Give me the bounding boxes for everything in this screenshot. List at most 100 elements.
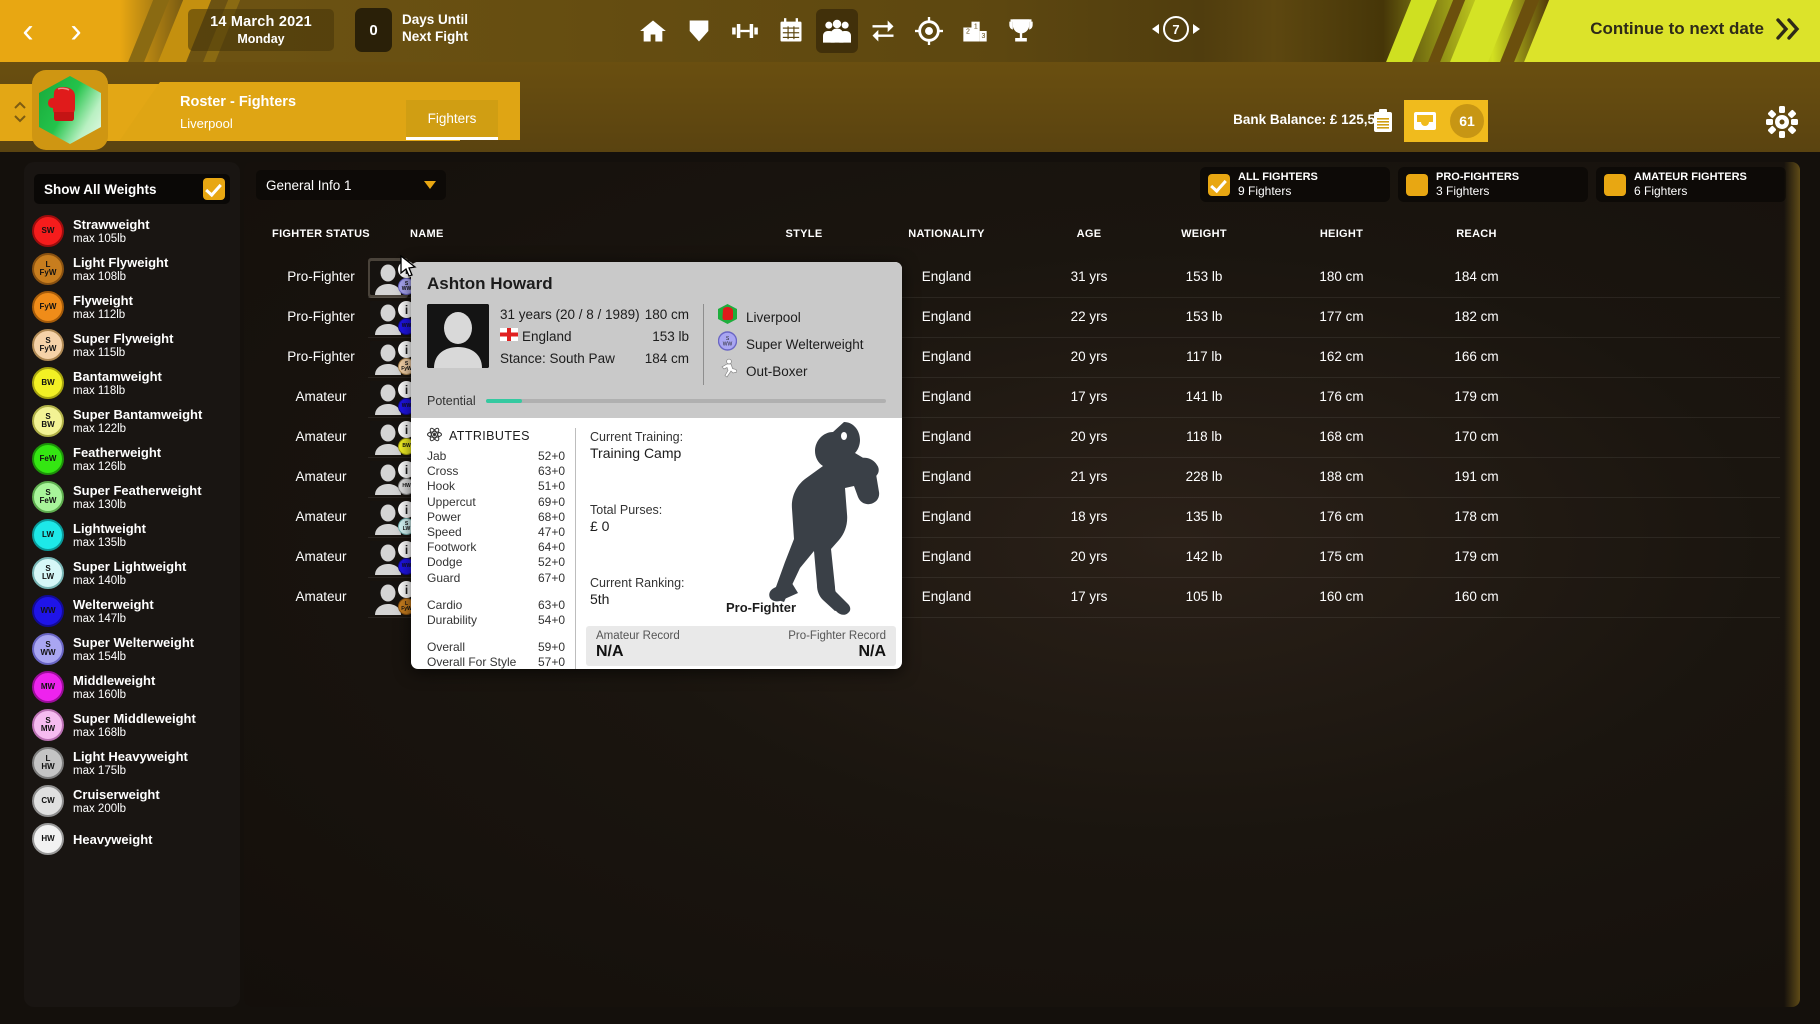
trophy-icon[interactable] xyxy=(1000,9,1042,53)
view-selector-dropdown[interactable]: General Info 1 xyxy=(256,170,446,200)
column-header[interactable]: NATIONALITY xyxy=(864,228,1029,240)
badge-cycle-control[interactable] xyxy=(10,95,30,129)
attribute-value: 63+0 xyxy=(538,464,565,479)
weight-class-text: Light Heavyweightmax 175lb xyxy=(73,749,188,778)
weight-class-max: max 126lb xyxy=(73,460,161,474)
cell-fighter-status: Pro-Fighter xyxy=(256,269,386,284)
attribute-row: Footwork64+0 xyxy=(427,540,567,555)
attributes-group-condition: Cardio63+0Durability54+0 xyxy=(427,598,567,628)
home-icon[interactable] xyxy=(632,9,674,53)
weight-class-item[interactable]: LWLightweightmax 135lb xyxy=(24,516,240,554)
weight-class-item[interactable]: FeWFeatherweightmax 126lb xyxy=(24,440,240,478)
attribute-row: Overall59+0 xyxy=(427,640,567,655)
cell-reach: 182 cm xyxy=(1419,309,1534,324)
filter-checkbox[interactable] xyxy=(1208,174,1230,196)
pager-control[interactable]: 7 xyxy=(1152,16,1200,42)
column-header[interactable]: REACH xyxy=(1419,228,1534,240)
weight-class-name: Super Welterweight xyxy=(73,635,194,650)
weight-class-item[interactable]: LFyWLight Flyweightmax 108lb xyxy=(24,250,240,288)
filter-checkbox[interactable] xyxy=(1406,174,1428,196)
weight-class-item[interactable]: BWBantamweightmax 118lb xyxy=(24,364,240,402)
dumbbell-icon[interactable] xyxy=(724,9,766,53)
filter-text: AMATEUR FIGHTERS6 Fighters xyxy=(1634,171,1747,198)
show-all-weights-checkbox[interactable] xyxy=(203,178,225,200)
column-header[interactable]: AGE xyxy=(1034,228,1144,240)
continue-to-next-date-button[interactable]: Continue to next date xyxy=(1390,0,1820,58)
inbox-count-badge[interactable]: 61 xyxy=(1446,100,1488,142)
people-icon[interactable] xyxy=(816,9,858,53)
gear-icon[interactable] xyxy=(1764,104,1800,140)
target-icon[interactable] xyxy=(908,9,950,53)
gym-badge-icon xyxy=(718,304,737,331)
column-header[interactable]: NAME xyxy=(410,228,740,240)
fighter-records: Amateur Record N/A Pro-Fighter Record N/… xyxy=(586,626,896,666)
previous-button[interactable]: ‹ xyxy=(10,11,46,51)
weight-class-max: max 115lb xyxy=(73,346,173,360)
attribute-label: Power xyxy=(427,510,461,525)
cell-height: 177 cm xyxy=(1284,309,1399,324)
weight-class-name: Cruiserweight xyxy=(73,787,160,802)
weight-class-item[interactable]: SMWSuper Middleweightmax 168lb xyxy=(24,706,240,744)
podium-icon[interactable]: 213 xyxy=(954,9,996,53)
cell-age: 20 yrs xyxy=(1034,549,1144,564)
weight-class-max: max 154lb xyxy=(73,650,194,664)
weight-class-item[interactable]: HWHeavyweight xyxy=(24,820,240,858)
team-badge[interactable] xyxy=(32,70,108,150)
weight-class-item[interactable]: WWWelterweightmax 147lb xyxy=(24,592,240,630)
weight-class-item[interactable]: FyWFlyweightmax 112lb xyxy=(24,288,240,326)
total-purses-value: £ 0 xyxy=(590,518,662,534)
pager-prev-icon[interactable] xyxy=(1152,24,1159,34)
weight-class-badge: MW xyxy=(32,671,64,703)
transfer-icon[interactable] xyxy=(862,9,904,53)
days-until-fight-count: 0 xyxy=(355,8,392,52)
column-header[interactable]: STYLE xyxy=(749,228,859,240)
filter-checkbox[interactable] xyxy=(1604,174,1626,196)
weight-class-item[interactable]: SFeWSuper Featherweightmax 130lb xyxy=(24,478,240,516)
filter-button[interactable]: ALL FIGHTERS9 Fighters xyxy=(1200,167,1390,202)
pager-value: 7 xyxy=(1163,16,1189,42)
potential-bar xyxy=(486,399,886,403)
pager-next-icon[interactable] xyxy=(1193,24,1200,34)
current-date-display[interactable]: 14 March 2021 Monday xyxy=(188,9,334,51)
cell-weight: 118 lb xyxy=(1149,429,1259,444)
cell-reach: 179 cm xyxy=(1419,549,1534,564)
calendar-icon[interactable] xyxy=(770,9,812,53)
weight-class-name: Super Flyweight xyxy=(73,331,173,346)
weight-class-item[interactable]: SWStrawweightmax 105lb xyxy=(24,212,240,250)
weight-class-max: max 135lb xyxy=(73,536,146,550)
weight-class-text: Welterweightmax 147lb xyxy=(73,597,154,626)
weight-class-badge: BW xyxy=(32,367,64,399)
filter-text: PRO-FIGHTERS3 Fighters xyxy=(1436,171,1519,198)
tab-fighters[interactable]: Fighters xyxy=(406,100,498,140)
filter-button[interactable]: PRO-FIGHTERS3 Fighters xyxy=(1398,167,1588,202)
attribute-row: Overall For Style57+0 xyxy=(427,655,567,669)
column-header[interactable]: HEIGHT xyxy=(1284,228,1399,240)
weight-class-item[interactable]: SBWSuper Bantamweightmax 122lb xyxy=(24,402,240,440)
weight-class-text: Super Middleweightmax 168lb xyxy=(73,711,196,740)
cell-reach: 178 cm xyxy=(1419,509,1534,524)
next-button[interactable]: › xyxy=(58,11,94,51)
current-weekday: Monday xyxy=(237,32,284,46)
weight-class-badge: SBW xyxy=(32,405,64,437)
inbox-icon[interactable] xyxy=(1404,100,1446,142)
double-chevron-right-icon xyxy=(1776,18,1802,40)
attributes-column: ATTRIBUTES Jab52+0Cross63+0Hook51+0Upper… xyxy=(411,418,567,669)
weight-class-badge: SLW xyxy=(32,557,64,589)
filter-button[interactable]: AMATEUR FIGHTERS6 Fighters xyxy=(1596,167,1786,202)
weight-class-item[interactable]: CWCruiserweightmax 200lb xyxy=(24,782,240,820)
filter-label: AMATEUR FIGHTERS xyxy=(1634,171,1747,184)
weight-class-item[interactable]: MWMiddleweightmax 160lb xyxy=(24,668,240,706)
show-all-weights-toggle[interactable]: Show All Weights xyxy=(34,174,230,204)
cell-weight: 153 lb xyxy=(1149,309,1259,324)
clipboard-icon[interactable] xyxy=(1362,100,1404,142)
weight-badge-line2: FyW xyxy=(40,269,57,277)
weight-class-item[interactable]: SLWSuper Lightweightmax 140lb xyxy=(24,554,240,592)
weight-class-item[interactable]: SWWSuper Welterweightmax 154lb xyxy=(24,630,240,668)
cell-weight: 105 lb xyxy=(1149,589,1259,604)
weight-class-badge: LHW xyxy=(32,747,64,779)
column-header[interactable]: WEIGHT xyxy=(1149,228,1259,240)
column-header[interactable]: FIGHTER STATUS xyxy=(256,228,386,240)
shield-icon[interactable] xyxy=(678,9,720,53)
weight-class-item[interactable]: SFyWSuper Flyweightmax 115lb xyxy=(24,326,240,364)
weight-class-item[interactable]: LHW Light Heavyweightmax 175lb xyxy=(24,744,240,782)
